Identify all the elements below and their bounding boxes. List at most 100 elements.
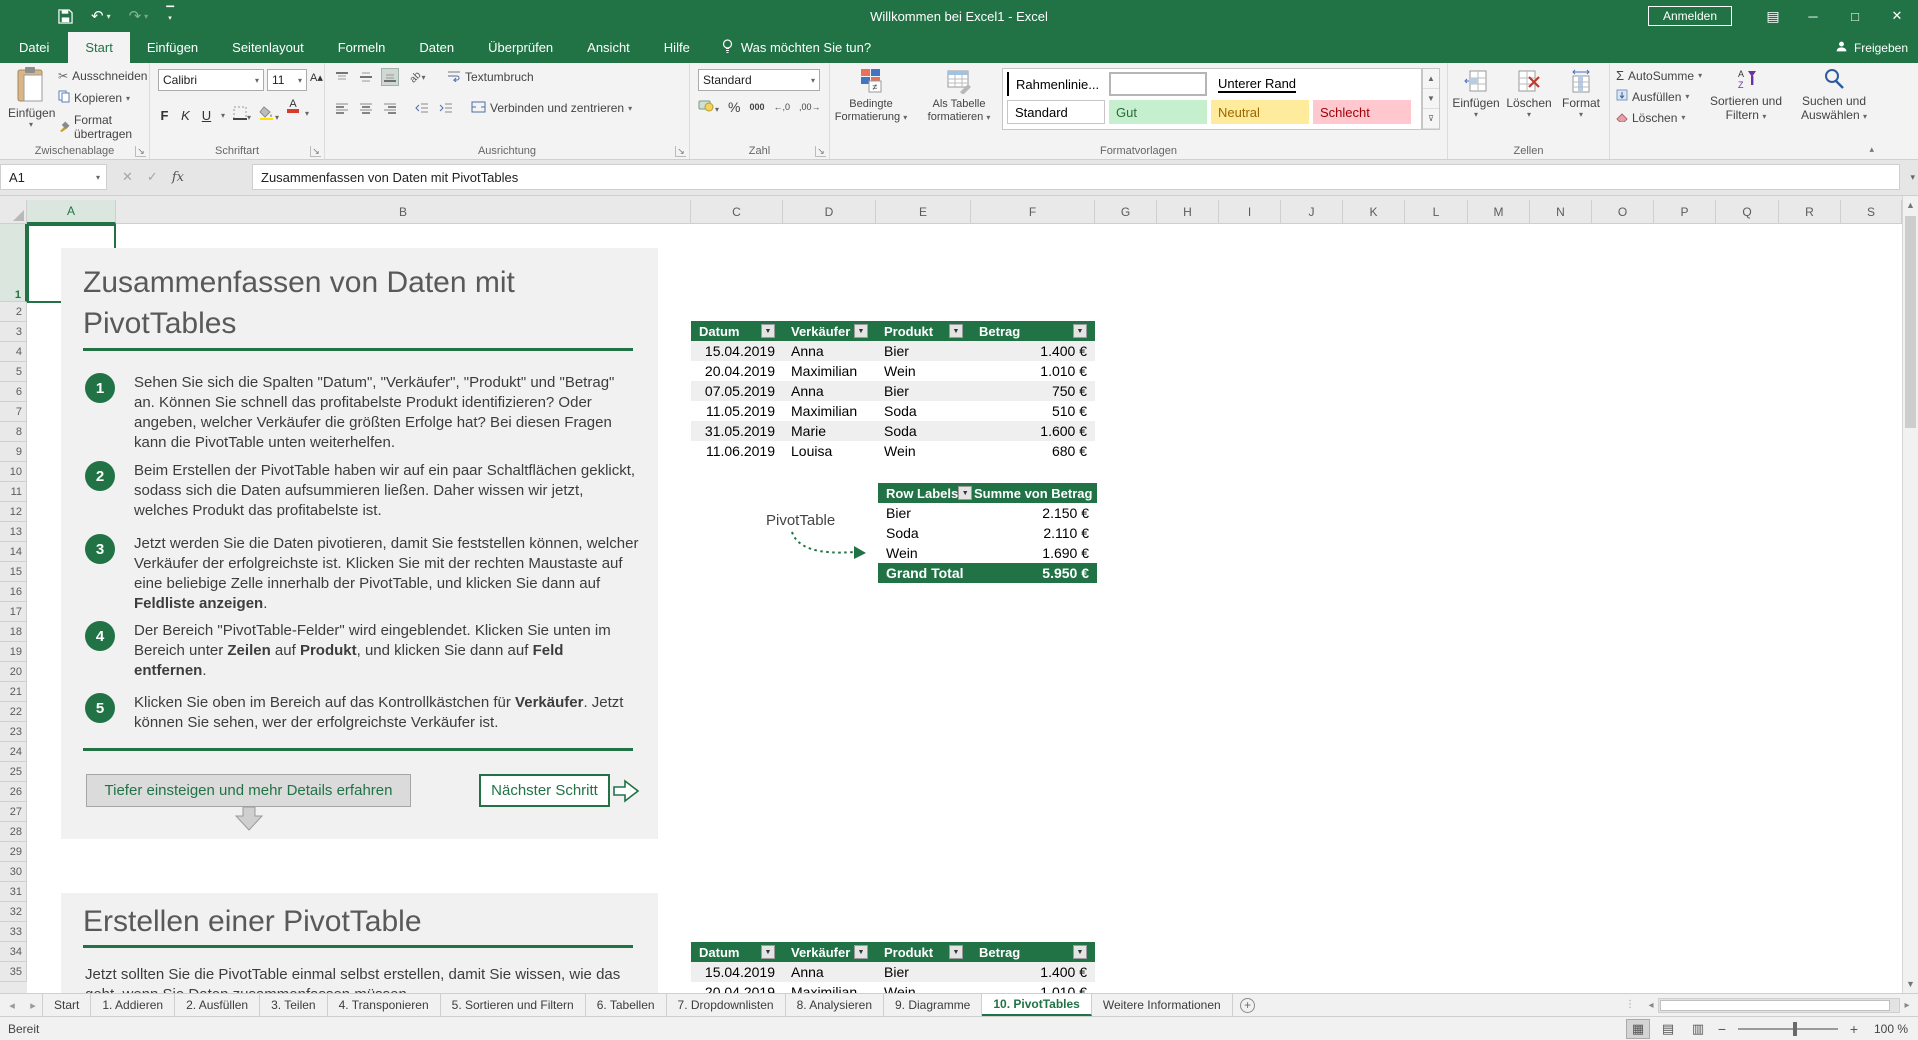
font-size-combo[interactable]: 11▾ [267,69,307,91]
tab-splitter[interactable]: ⋮ [1625,999,1636,1010]
scroll-up-icon[interactable]: ▲ [1903,196,1918,214]
formula-input[interactable]: Zusammenfassen von Daten mit PivotTables [252,164,1900,190]
customize-qat-icon[interactable]: ▔▾ [166,10,174,22]
cell-style-chip[interactable]: Rahmenlinie... [1007,72,1105,96]
align-left-icon[interactable] [333,99,351,117]
fill-button[interactable]: Ausfüllen▾ [1616,89,1702,104]
row-header-23[interactable]: 23 [0,722,27,742]
pivot-cell[interactable]: Soda [878,523,966,543]
row-header-6[interactable]: 6 [0,382,27,402]
table-cell[interactable]: Maximilian [783,401,876,421]
column-header-H[interactable]: H [1157,200,1219,224]
table-cell[interactable]: 07.05.2019 [691,381,783,401]
save-icon[interactable] [58,9,73,24]
alignment-dialog-launcher[interactable]: ↘ [675,146,686,157]
comma-style-icon[interactable]: 000 [749,102,764,112]
row-header-35[interactable]: 35 [0,962,27,982]
pivot-cell[interactable]: Wein [878,543,966,563]
row-header-11[interactable]: 11 [0,482,27,502]
row-header-16[interactable]: 16 [0,582,27,602]
cell-style-chip[interactable]: Standard [1007,100,1105,124]
column-header-M[interactable]: M [1468,200,1530,224]
scroll-right-icon[interactable]: ▸ [1900,1000,1914,1011]
row-header-19[interactable]: 19 [0,642,27,662]
cell-style-chip[interactable]: Gut [1109,100,1207,124]
table-cell[interactable]: 1.600 € [971,421,1095,441]
bold-button[interactable]: F [158,108,171,123]
tab-seitenlayout[interactable]: Seitenlayout [215,32,321,63]
number-format-combo[interactable]: Standard▾ [698,69,820,91]
wrap-text-button[interactable]: Textumbruch [447,70,534,85]
row-header-8[interactable]: 8 [0,422,27,442]
column-header-I[interactable]: I [1219,200,1281,224]
fx-icon[interactable]: fx [172,170,184,185]
zoom-in-icon[interactable]: + [1848,1021,1860,1037]
increase-decimal-icon[interactable]: ←,0 [774,102,791,112]
cell-style-chip[interactable]: Neutral [1211,100,1309,124]
column-header-P[interactable]: P [1654,200,1716,224]
increase-indent-icon[interactable] [437,99,455,117]
close-button[interactable]: ✕ [1876,0,1918,32]
row-header-28[interactable]: 28 [0,822,27,842]
table-cell[interactable]: 15.04.2019 [691,341,783,361]
table-cell[interactable]: Soda [876,421,971,441]
sheet-tab-5-sortieren-und-filtern[interactable]: 5. Sortieren und Filtern [441,994,586,1016]
table-cell[interactable]: Anna [783,381,876,401]
fill-color-icon[interactable]: ▾ [259,106,279,125]
table-cell[interactable]: Soda [876,401,971,421]
filter-dropdown-icon[interactable]: ▼ [949,324,963,338]
normal-view-icon[interactable]: ▦ [1626,1019,1650,1039]
sheet-tab-2-ausf-llen[interactable]: 2. Ausfüllen [175,994,260,1016]
row-header-17[interactable]: 17 [0,602,27,622]
decrease-decimal-icon[interactable]: ,00→ [799,102,821,112]
table-cell[interactable]: 20.04.2019 [691,982,783,993]
table-cell[interactable]: 1.010 € [971,982,1095,993]
table-cell[interactable]: Marie [783,421,876,441]
row-header-18[interactable]: 18 [0,622,27,642]
row-header-24[interactable]: 24 [0,742,27,762]
table-cell[interactable]: Anna [783,341,876,361]
row-header-15[interactable]: 15 [0,562,27,582]
pivot-total-cell[interactable]: Grand Total [878,563,966,583]
row-header-32[interactable]: 32 [0,902,27,922]
zoom-out-icon[interactable]: − [1716,1021,1728,1037]
next-step-button[interactable]: Nächster Schritt [479,774,610,807]
tab-datei[interactable]: Datei [0,32,68,63]
maximize-button[interactable]: □ [1834,0,1876,32]
sheet-nav-right-icon[interactable]: ▸ [24,994,42,1016]
filter-dropdown-icon[interactable]: ▼ [1073,945,1087,959]
pivot-cell[interactable]: 2.110 € [966,523,1097,543]
cell-style-chip[interactable] [1109,72,1207,96]
underline-button[interactable]: U [200,108,213,123]
share-button[interactable]: Freigeben [1835,32,1908,63]
orientation-icon[interactable]: ab▾ [405,68,431,86]
delete-cells-button[interactable]: Löschen▾ [1503,69,1555,119]
italic-button[interactable]: K [179,108,192,123]
sheet-grid[interactable]: 1234567891011121314151617181920212223242… [0,224,1902,993]
row-header-7[interactable]: 7 [0,402,27,422]
row-header-9[interactable]: 9 [0,442,27,462]
row-header-5[interactable]: 5 [0,362,27,382]
row-header-34[interactable]: 34 [0,942,27,962]
ribbon-display-options-icon[interactable]: ▤ [1754,8,1792,25]
row-header-10[interactable]: 10 [0,462,27,482]
table-cell[interactable]: 31.05.2019 [691,421,783,441]
table-cell[interactable]: Anna [783,962,876,982]
minimize-button[interactable]: ─ [1792,0,1834,32]
pivot-total-cell[interactable]: 5.950 € [966,563,1097,583]
sign-in-button[interactable]: Anmelden [1648,6,1732,26]
table-cell[interactable]: Maximilian [783,361,876,381]
page-break-view-icon[interactable]: ▥ [1686,1019,1710,1039]
sheet-tab-start[interactable]: Start [42,994,91,1016]
row-header-1[interactable]: 1 [0,224,27,302]
zoom-slider[interactable] [1738,1028,1838,1030]
align-bottom-icon[interactable] [381,68,399,86]
format-cells-button[interactable]: Format▾ [1555,69,1607,119]
sheet-tab-1-addieren[interactable]: 1. Addieren [91,994,175,1016]
table-cell[interactable]: 750 € [971,381,1095,401]
table-cell[interactable]: 11.06.2019 [691,441,783,461]
row-header-22[interactable]: 22 [0,702,27,722]
table-cell[interactable]: 1.010 € [971,361,1095,381]
merge-center-button[interactable]: Verbinden und zentrieren▾ [471,101,632,116]
filter-dropdown-icon[interactable]: ▼ [761,945,775,959]
